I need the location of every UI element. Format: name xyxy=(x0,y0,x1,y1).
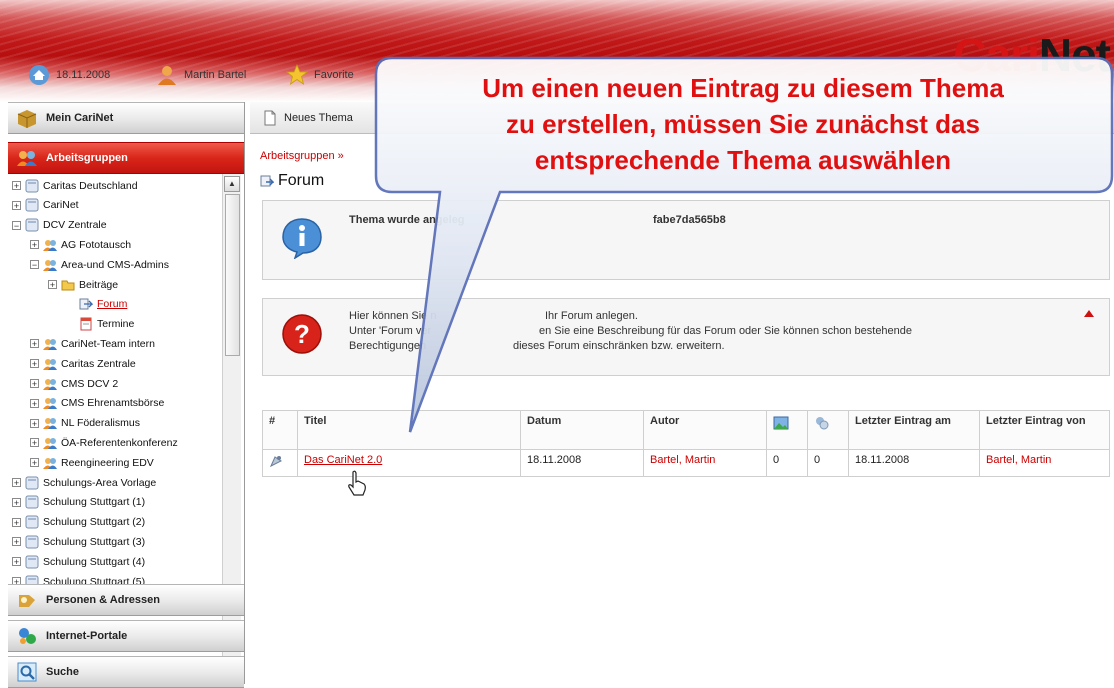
callout-text: Um einen neuen Eintrag zu diesem Thema z… xyxy=(372,70,1114,178)
callout-line-3: entsprechende Thema auswählen xyxy=(534,145,952,175)
callout-line-1: Um einen neuen Eintrag zu diesem Thema xyxy=(482,73,1004,103)
callout-line-2: zu erstellen, müssen Sie zunächst das xyxy=(506,109,980,139)
hand-cursor-icon xyxy=(348,470,366,496)
